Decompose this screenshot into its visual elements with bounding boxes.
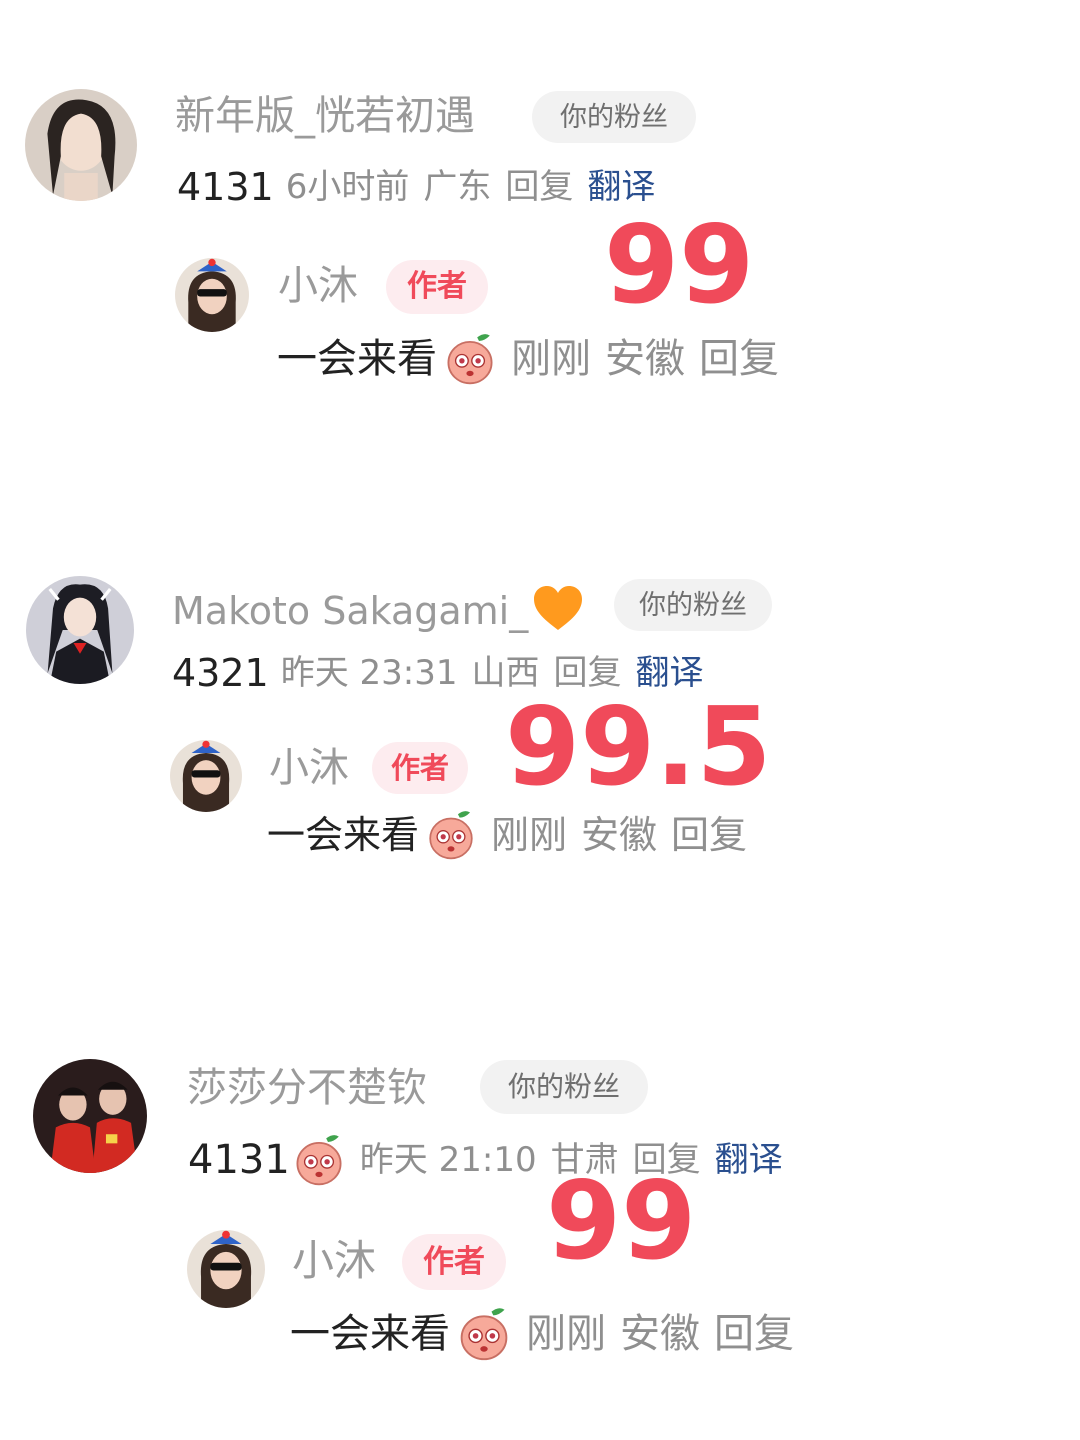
comment-time: 昨天 21:10 (359, 1140, 537, 1180)
score-overlay: 99.5 (505, 685, 772, 810)
author-badge: 作者 (386, 260, 488, 314)
reply-username[interactable]: 小沐 (278, 266, 358, 306)
reply-text: 一会来看 (290, 1311, 450, 1357)
reply-button[interactable]: 回复 (505, 170, 573, 204)
like-count: 4131 (188, 1137, 290, 1183)
orange-heart-icon (532, 584, 584, 638)
score-overlay: 99 (546, 1159, 697, 1284)
reply-time: 刚刚 (526, 1311, 606, 1357)
avatar[interactable] (33, 1059, 147, 1173)
comment-location: 广东 (423, 167, 492, 207)
reply-content: 一会来看 刚刚 安徽 回复 (267, 808, 747, 862)
translate-button[interactable]: 翻译 (587, 170, 655, 204)
reply-location: 安徽 (581, 813, 658, 857)
comment-username[interactable]: 新年版_恍若初遇 (175, 96, 475, 136)
fan-badge: 你的粉丝 (480, 1060, 648, 1114)
username-text: Makoto Sakagami_ (172, 589, 529, 633)
reply-button[interactable]: 回复 (671, 816, 747, 854)
reply-content: 一会来看 刚刚 安徽 回复 (290, 1306, 794, 1362)
score-overlay: 99 (604, 203, 755, 328)
reply-username[interactable]: 小沐 (292, 1240, 376, 1282)
comment-meta: 4131 6小时前 广东 回复 翻译 (177, 166, 655, 208)
reply-time: 刚刚 (491, 813, 568, 857)
reply-username[interactable]: 小沐 (269, 748, 349, 788)
reply-content: 一会来看 刚刚 安徽 回复 (277, 332, 779, 386)
fan-badge: 你的粉丝 (532, 91, 696, 143)
reply-text: 一会来看 (267, 813, 420, 857)
peach-shocked-emoji (292, 1133, 346, 1187)
peach-shocked-emoji (456, 1306, 512, 1362)
comment-time: 昨天 23:31 (280, 653, 458, 693)
reply-button[interactable]: 回复 (699, 339, 779, 379)
reply-location: 安徽 (605, 336, 685, 382)
translate-button[interactable]: 翻译 (715, 1143, 783, 1177)
author-badge: 作者 (402, 1234, 506, 1290)
reply-button[interactable]: 回复 (714, 1314, 794, 1354)
author-badge: 作者 (372, 742, 468, 794)
peach-shocked-emoji (443, 332, 497, 386)
author-avatar[interactable] (175, 258, 249, 332)
author-avatar[interactable] (170, 740, 242, 812)
reply-time: 刚刚 (511, 336, 591, 382)
fan-badge: 你的粉丝 (614, 579, 772, 631)
like-count: 4131 (177, 165, 274, 209)
avatar[interactable] (25, 89, 137, 201)
comment-time: 6小时前 (285, 167, 410, 207)
reply-text: 一会来看 (277, 336, 437, 382)
comment-username[interactable]: 莎莎分不楚钦 (187, 1068, 427, 1108)
avatar[interactable] (26, 576, 134, 684)
peach-shocked-emoji (425, 809, 477, 861)
reply-location: 安徽 (620, 1311, 700, 1357)
author-avatar[interactable] (187, 1230, 265, 1308)
like-count: 4321 (172, 651, 269, 695)
comment-username[interactable]: Makoto Sakagami_ (172, 584, 584, 638)
